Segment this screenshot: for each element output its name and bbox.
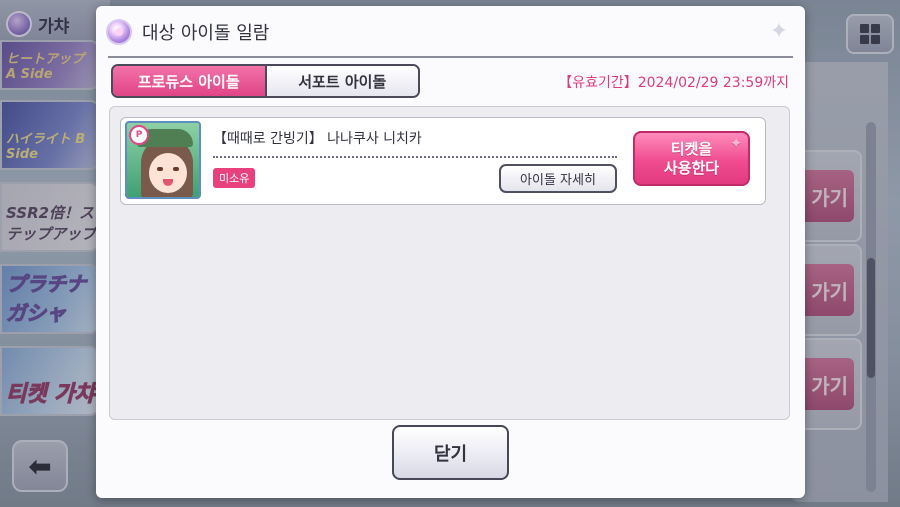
tab-produce-idol[interactable]: 프로듀스 아이돌	[113, 66, 265, 96]
produce-type-badge: P	[129, 125, 149, 145]
use-ticket-label-line1: 티켓을	[670, 139, 713, 158]
idol-thumbnail[interactable]: P	[125, 121, 201, 199]
use-ticket-button[interactable]: 티켓을 사용한다	[633, 131, 750, 186]
use-ticket-label-line2: 사용한다	[663, 158, 720, 177]
idol-detail-button[interactable]: 아이돌 자세히	[499, 164, 617, 193]
expiry-text: 【유효기간】2024/02/29 23:59까지	[558, 75, 789, 91]
header-divider	[108, 56, 793, 58]
idol-list[interactable]: P 【때때로 간빙기】 나나쿠사 니치카 미소유 아이돌 자세히 티켓을 사용한…	[109, 106, 790, 420]
dotted-divider	[213, 156, 617, 158]
dialog-header: 대상 아이돌 일람	[96, 6, 805, 58]
close-button[interactable]: 닫기	[392, 425, 509, 480]
sparkle-icon: ✦	[769, 19, 789, 44]
list-item: P 【때때로 간빙기】 나나쿠사 니치카 미소유 아이돌 자세히 티켓을 사용한…	[120, 117, 766, 205]
dialog-title: 대상 아이돌 일람	[142, 23, 270, 44]
idol-name: 【때때로 간빙기】 나나쿠사 니치카	[213, 131, 422, 147]
target-idol-list-dialog: 대상 아이돌 일람 ✦ 프로듀스 아이돌 서포트 아이돌 【유효기간】2024/…	[96, 6, 805, 498]
status-badge: 미소유	[213, 168, 256, 188]
tab-support-idol[interactable]: 서포트 아이돌	[264, 66, 418, 96]
title-orb-icon	[106, 19, 132, 45]
idol-type-tabs: 프로듀스 아이돌 서포트 아이돌	[111, 64, 420, 98]
